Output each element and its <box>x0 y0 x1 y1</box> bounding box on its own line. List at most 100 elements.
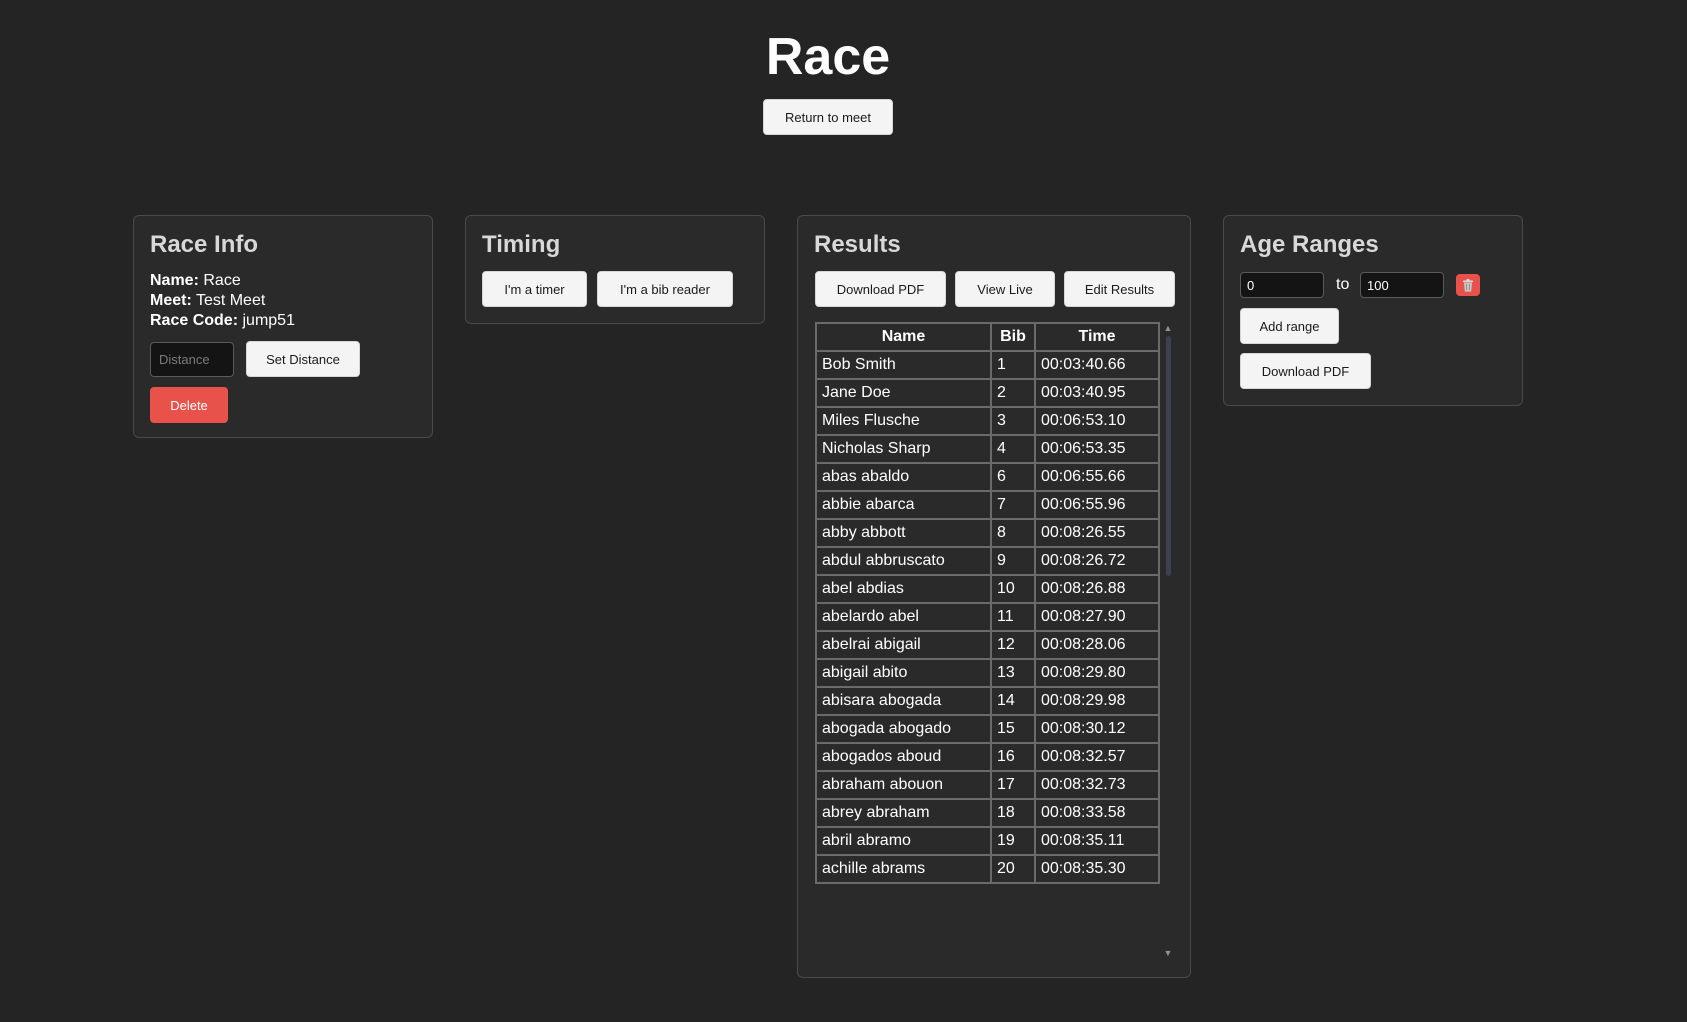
cell-bib: 10 <box>990 574 1036 604</box>
age-download-pdf-button[interactable]: Download PDF <box>1240 353 1371 389</box>
results-table-scroll[interactable]: Name Bib Time Bob Smith 1 00:03:40.66 Jane … <box>815 322 1175 959</box>
cell-bib: 20 <box>990 854 1036 884</box>
race-code-value: jump51 <box>242 312 295 329</box>
cell-bib: 17 <box>990 770 1036 800</box>
cell-bib: 14 <box>990 686 1036 716</box>
cell-bib: 12 <box>990 630 1036 660</box>
cell-time: 00:08:26.55 <box>1034 518 1160 548</box>
age-to-input[interactable] <box>1360 272 1444 298</box>
race-name-key: Name: <box>150 272 199 289</box>
scroll-down-icon[interactable]: ▼ <box>1161 948 1175 958</box>
edit-results-button[interactable]: Edit Results <box>1064 271 1175 307</box>
cell-name: abigail abito <box>815 658 992 688</box>
cell-name: abby abbott <box>815 518 992 548</box>
cell-name: Nicholas Sharp <box>815 434 992 464</box>
timing-card: Timing I'm a timer I'm a bib reader <box>465 215 765 324</box>
results-card: Results Download PDF View Live Edit Resu… <box>797 215 1191 978</box>
cell-time: 00:08:26.88 <box>1034 574 1160 604</box>
table-row: abogados aboud 16 00:08:32.57 <box>815 742 1160 772</box>
column-header-name[interactable]: Name <box>815 322 992 352</box>
table-row: abraham abouon 17 00:08:32.73 <box>815 770 1160 800</box>
column-header-time[interactable]: Time <box>1034 322 1160 352</box>
cell-bib: 7 <box>990 490 1036 520</box>
cell-time: 00:06:53.10 <box>1034 406 1160 436</box>
scrollbar-thumb[interactable] <box>1166 336 1171 576</box>
race-code-key: Race Code: <box>150 312 239 329</box>
results-table: Name Bib Time Bob Smith 1 00:03:40.66 Jane … <box>815 322 1160 884</box>
cell-name: abrey abraham <box>815 798 992 828</box>
cell-name: Jane Doe <box>815 378 992 408</box>
cell-name: Miles Flusche <box>815 406 992 436</box>
cell-time: 00:08:35.11 <box>1034 826 1160 856</box>
table-row: abelardo abel 11 00:08:27.90 <box>815 602 1160 632</box>
cell-name: abisara abogada <box>815 686 992 716</box>
set-distance-button[interactable]: Set Distance <box>246 341 360 377</box>
cell-bib: 1 <box>990 350 1036 380</box>
race-info-card: Race Info Name: Race Meet: Test Meet Rac… <box>133 215 433 438</box>
return-to-meet-button[interactable]: Return to meet <box>763 99 893 135</box>
results-header-row: Name Bib Time <box>815 322 1160 352</box>
race-info-title: Race Info <box>150 231 259 258</box>
table-row: abrey abraham 18 00:08:33.58 <box>815 798 1160 828</box>
table-row: achille abrams 20 00:08:35.30 <box>815 854 1160 884</box>
cell-name: abbie abarca <box>815 490 992 520</box>
cell-bib: 13 <box>990 658 1036 688</box>
column-header-bib[interactable]: Bib <box>990 322 1036 352</box>
table-row: abel abdias 10 00:08:26.88 <box>815 574 1160 604</box>
cell-bib: 11 <box>990 602 1036 632</box>
race-page: Race Return to meet Race Info Name: Race… <box>0 0 1687 1022</box>
table-row: abas abaldo 6 00:06:55.66 <box>815 462 1160 492</box>
meet-name-line: Meet: Test Meet <box>150 291 265 311</box>
table-row: abigail abito 13 00:08:29.80 <box>815 658 1160 688</box>
race-name-line: Name: Race <box>150 271 241 291</box>
delete-range-button[interactable] <box>1456 274 1480 296</box>
table-row: abisara abogada 14 00:08:29.98 <box>815 686 1160 716</box>
cell-bib: 19 <box>990 826 1036 856</box>
cell-name: abelrai abigail <box>815 630 992 660</box>
cell-name: abril abramo <box>815 826 992 856</box>
cell-time: 00:08:29.98 <box>1034 686 1160 716</box>
cell-bib: 3 <box>990 406 1036 436</box>
table-row: abby abbott 8 00:08:26.55 <box>815 518 1160 548</box>
table-row: abogada abogado 15 00:08:30.12 <box>815 714 1160 744</box>
meet-name-value: Test Meet <box>195 292 266 309</box>
cell-time: 00:06:53.35 <box>1034 434 1160 464</box>
results-table-body: Bob Smith 1 00:03:40.66 Jane Doe 2 00:03:40.9… <box>815 350 1160 884</box>
scroll-up-icon[interactable]: ▲ <box>1161 323 1175 333</box>
timer-button[interactable]: I'm a timer <box>482 271 587 307</box>
cell-time: 00:06:55.66 <box>1034 462 1160 492</box>
distance-input[interactable] <box>150 342 234 377</box>
cell-bib: 8 <box>990 518 1036 548</box>
cell-name: abogados aboud <box>815 742 992 772</box>
cell-bib: 15 <box>990 714 1036 744</box>
cell-time: 00:08:26.72 <box>1034 546 1160 576</box>
cell-time: 00:08:30.12 <box>1034 714 1160 744</box>
cell-bib: 6 <box>990 462 1036 492</box>
table-row: Jane Doe 2 00:03:40.95 <box>815 378 1160 408</box>
age-ranges-card: Age Ranges to Add range Download PDF <box>1223 215 1523 406</box>
cell-time: 00:03:40.66 <box>1034 350 1160 380</box>
results-scrollbar[interactable]: ▲ ▼ <box>1161 322 1175 959</box>
age-from-input[interactable] <box>1240 272 1324 298</box>
page-title: Race <box>765 28 891 86</box>
add-range-button[interactable]: Add range <box>1240 308 1339 344</box>
cell-bib: 18 <box>990 798 1036 828</box>
results-download-pdf-button[interactable]: Download PDF <box>815 271 946 307</box>
cell-name: abel abdias <box>815 574 992 604</box>
table-row: Miles Flusche 3 00:06:53.10 <box>815 406 1160 436</box>
table-row: abelrai abigail 12 00:08:28.06 <box>815 630 1160 660</box>
bib-reader-button[interactable]: I'm a bib reader <box>597 271 733 307</box>
cell-name: abogada abogado <box>815 714 992 744</box>
age-ranges-title: Age Ranges <box>1240 231 1379 258</box>
cell-bib: 4 <box>990 434 1036 464</box>
race-code-line: Race Code: jump51 <box>150 311 295 331</box>
table-row: abdul abbruscato 9 00:08:26.72 <box>815 546 1160 576</box>
table-row: Nicholas Sharp 4 00:06:53.35 <box>815 434 1160 464</box>
table-row: Bob Smith 1 00:03:40.66 <box>815 350 1160 380</box>
delete-race-button[interactable]: Delete <box>150 387 228 423</box>
cell-name: achille abrams <box>815 854 992 884</box>
cell-time: 00:08:32.57 <box>1034 742 1160 772</box>
view-live-button[interactable]: View Live <box>955 271 1055 307</box>
cell-time: 00:06:55.96 <box>1034 490 1160 520</box>
cell-bib: 9 <box>990 546 1036 576</box>
